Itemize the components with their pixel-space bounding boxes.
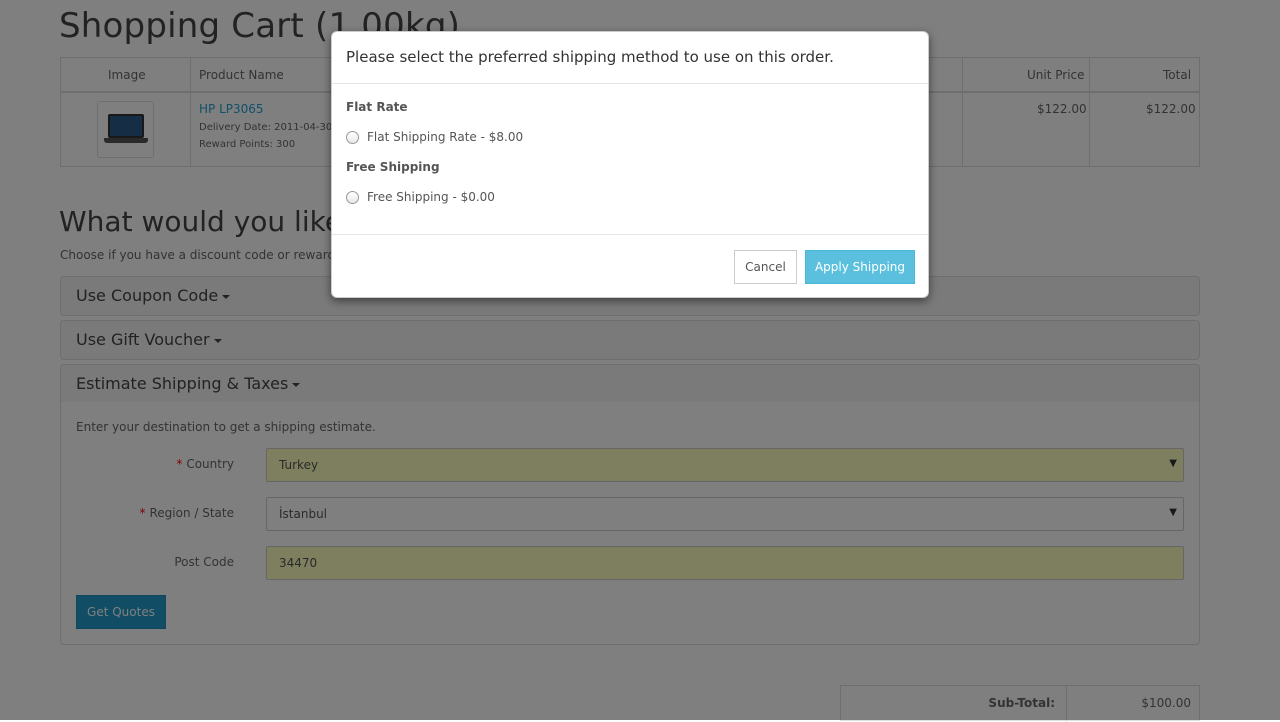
apply-shipping-button[interactable]: Apply Shipping [805, 250, 915, 284]
free-shipping-title: Free Shipping [346, 160, 440, 174]
flat-rate-option-label: Flat Shipping Rate - $8.00 [367, 130, 524, 144]
shipping-method-modal: Please select the preferred shipping met… [331, 31, 929, 298]
free-shipping-option-label: Free Shipping - $0.00 [367, 190, 495, 204]
free-shipping-option[interactable]: Free Shipping - $0.00 [346, 190, 495, 204]
cancel-button[interactable]: Cancel [734, 250, 797, 284]
flat-rate-title: Flat Rate [346, 100, 408, 114]
free-shipping-radio[interactable] [346, 190, 359, 204]
modal-footer: Cancel Apply Shipping [332, 234, 928, 299]
modal-header: Please select the preferred shipping met… [332, 32, 928, 84]
flat-rate-radio[interactable] [346, 130, 359, 144]
modal-title: Please select the preferred shipping met… [346, 48, 834, 66]
flat-rate-option[interactable]: Flat Shipping Rate - $8.00 [346, 130, 523, 144]
